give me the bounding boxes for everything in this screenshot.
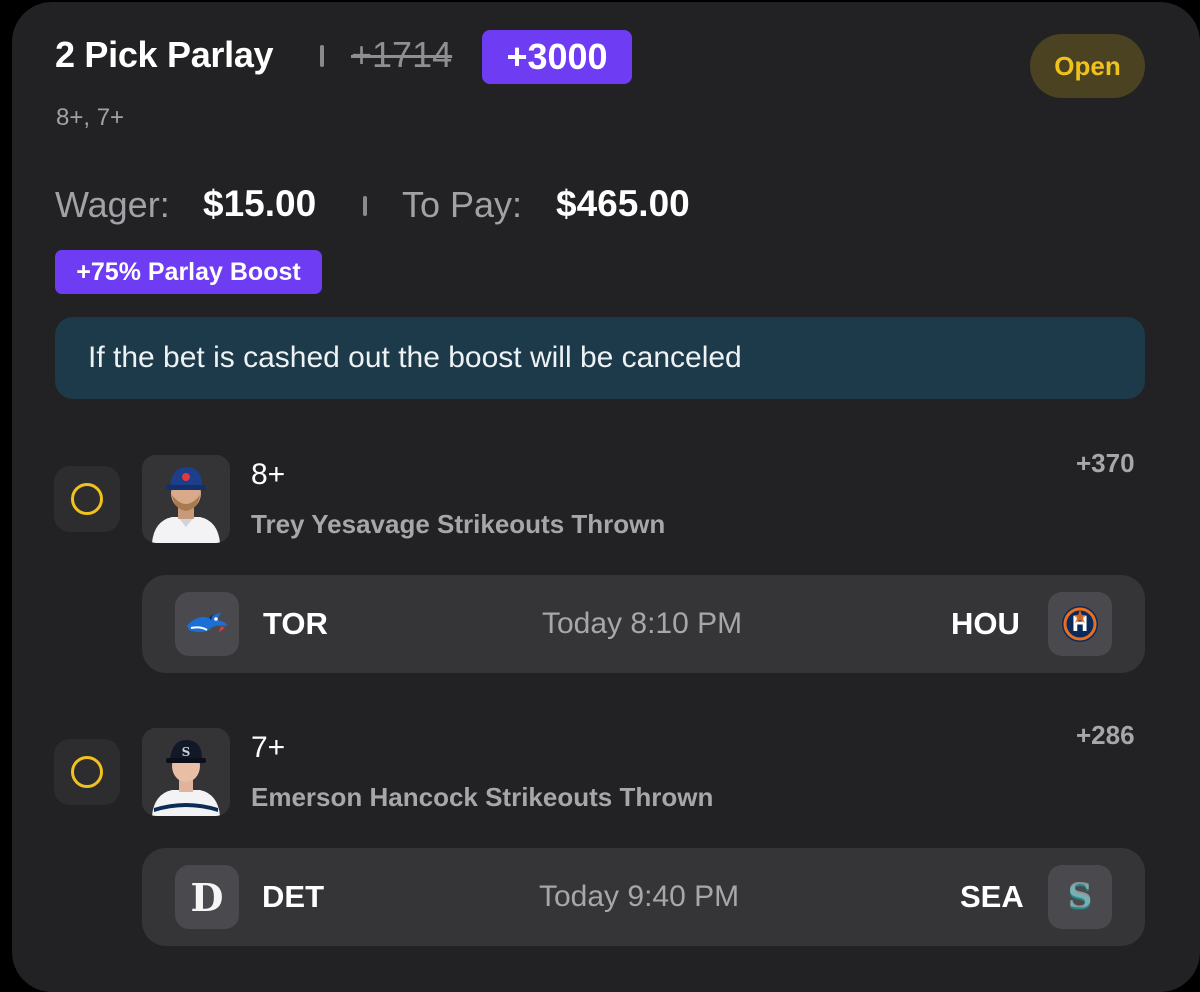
leg-odds: +370: [1076, 448, 1135, 478]
pending-circle-icon: [71, 756, 103, 788]
svg-text:D: D: [191, 875, 224, 919]
astros-logo-icon: H: [1048, 592, 1112, 656]
game-row[interactable]: TOR Today 8:10 PM HOU H: [142, 575, 1145, 673]
cashout-notice-text: If the bet is cashed out the boost will …: [88, 341, 742, 374]
original-odds: +1714: [351, 34, 453, 75]
svg-text:S: S: [182, 745, 191, 759]
wager-value: $15.00: [203, 183, 317, 224]
status-badge: Open: [1030, 34, 1145, 98]
blue-jays-logo-icon: [175, 592, 239, 656]
to-pay-value: $465.00: [556, 183, 690, 224]
svg-text:S: S: [1068, 876, 1093, 916]
away-team: DET: [262, 879, 324, 914]
leg-prop: Trey Yesavage Strikeouts Thrown: [251, 509, 666, 539]
game-time: Today 9:40 PM: [539, 880, 740, 913]
parlay-boost-badge: +75% Parlay Boost: [55, 250, 322, 294]
tigers-logo-icon: D: [175, 865, 239, 929]
leg-line: 7+: [251, 731, 286, 764]
title-divider: [320, 45, 324, 67]
leg-line: 8+: [251, 458, 286, 491]
leg-prop: Emerson Hancock Strikeouts Thrown: [251, 782, 714, 812]
wager-label: Wager:: [55, 184, 170, 225]
parlay-subtitle: 8+, 7+: [56, 104, 125, 131]
leg-odds: +286: [1076, 720, 1135, 750]
home-team: SEA: [960, 879, 1024, 914]
wager-divider: [363, 196, 367, 216]
parlay-title: 2 Pick Parlay: [55, 34, 274, 75]
leg-status-button[interactable]: [54, 466, 120, 532]
to-pay-label: To Pay:: [402, 184, 523, 225]
mariners-logo-icon: S S: [1048, 865, 1112, 929]
away-team: TOR: [263, 606, 328, 641]
pending-circle-icon: [71, 483, 103, 515]
game-time: Today 8:10 PM: [542, 607, 743, 640]
game-row[interactable]: D DET Today 9:40 PM SEA S S: [142, 848, 1145, 946]
player-avatar: S: [142, 728, 230, 816]
leg-status-button[interactable]: [54, 739, 120, 805]
cashout-notice: If the bet is cashed out the boost will …: [55, 317, 1145, 399]
player-avatar: [142, 455, 230, 543]
home-team: HOU: [951, 606, 1020, 641]
boosted-odds: +3000: [482, 30, 632, 84]
